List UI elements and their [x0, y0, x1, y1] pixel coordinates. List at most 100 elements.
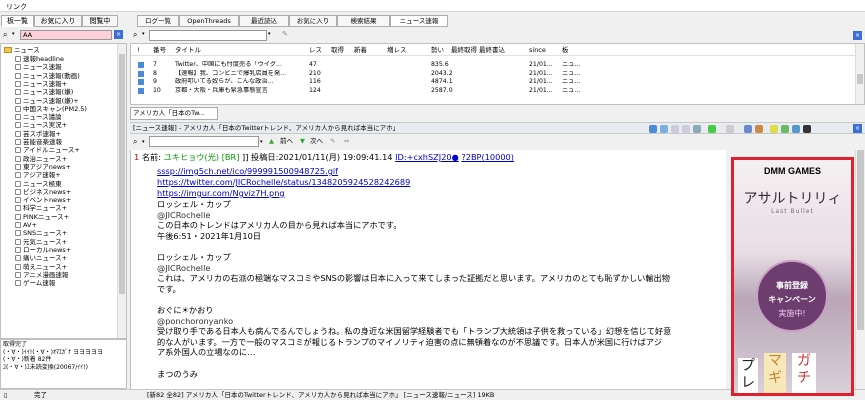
content-scrollbar[interactable] [855, 150, 865, 389]
stop-icon[interactable] [660, 125, 668, 133]
dropdown-icon[interactable]: ▾ [268, 31, 271, 37]
doc-icon[interactable] [682, 125, 690, 133]
thread-row[interactable]: 7 Twitter、中国にも忖度売る「ウイグ... 47 835.6 21/01... ニ… [131, 61, 864, 69]
tree-board-item[interactable]: 東アジアnews+ [15, 163, 71, 171]
tree-board-item[interactable]: ニュース速報+ [15, 80, 67, 88]
tree-board-item[interactable]: 速報headline [15, 55, 64, 63]
dropdown-icon[interactable]: ▾ [142, 31, 145, 37]
tree-board-item[interactable]: 萌えニュース+ [15, 263, 67, 271]
write-icon[interactable] [744, 125, 752, 133]
up-arrow-icon[interactable]: ▲ [269, 135, 274, 148]
col-header[interactable]: 取得 [331, 44, 344, 56]
col-header[interactable]: 板 [562, 44, 569, 56]
tab-news-flash[interactable]: ニュース速報 [390, 15, 448, 27]
tab-recent[interactable]: 最近読込 [239, 15, 289, 27]
tree-scrollbar[interactable] [117, 44, 126, 338]
tree-board-item[interactable]: ローカルnews+ [15, 246, 71, 254]
tree-board-item[interactable]: SNSニュース+ [15, 229, 67, 237]
tree-board-item[interactable]: 元気ニュース+ [15, 238, 67, 246]
post-link[interactable]: https://twitter.com/JICRochelle/status/1… [157, 177, 410, 187]
tab-browsing[interactable]: 閲覧中 [82, 15, 118, 27]
col-header[interactable]: 最終書込 [479, 44, 505, 56]
highlight-icon[interactable]: ✎ [330, 135, 335, 148]
tree-board-item[interactable]: ニュース速報(嫌) [15, 88, 73, 96]
tree-board-item[interactable]: AV+ [15, 221, 37, 229]
tree-board-item[interactable]: ニュース速報(動画) [15, 72, 80, 80]
close-icon[interactable]: × [853, 124, 862, 133]
thread-row[interactable]: 10 京都・大阪・兵庫も緊急事態宣言 124 2587.0 21/01... ニュ... [131, 87, 864, 95]
dropdown-icon[interactable]: ▾ [12, 31, 15, 37]
tab-favorites[interactable]: お気に入り [34, 15, 82, 27]
thread-find-input[interactable] [149, 136, 259, 147]
tool-icon[interactable] [792, 125, 800, 133]
post-link[interactable]: https://imgur.com/Ngviz7H.png [157, 188, 285, 198]
tree-board-item[interactable]: PINKニュース+ [15, 213, 69, 221]
page-icon[interactable] [671, 125, 679, 133]
filter-icon[interactable]: ✎ [282, 30, 288, 38]
col-header[interactable]: 増レス [387, 44, 407, 56]
tree-board-item[interactable]: ニュース速報 [15, 63, 62, 71]
col-header[interactable]: 番号 [153, 44, 166, 56]
tab-search-results[interactable]: 検索結果 [337, 15, 390, 27]
tree-board-item[interactable]: ニュース実況+ [15, 121, 67, 129]
menu-link[interactable]: リンク [6, 2, 27, 12]
close-icon[interactable]: × [114, 30, 123, 39]
col-header[interactable]: レス [309, 44, 322, 56]
content-scroll-thumb[interactable] [857, 150, 864, 330]
prev-button[interactable]: 前へ [280, 135, 293, 148]
tree-board-item[interactable]: 科学ニュース+ [15, 204, 67, 212]
tree-board-item[interactable]: アニメ漫画速報 [15, 271, 68, 279]
post-link[interactable]: sssp://img5ch.net/ico/999991500948725.gi… [157, 166, 338, 176]
col-header[interactable]: since [529, 44, 546, 56]
search-icon[interactable]: ⌕ [133, 30, 137, 40]
tree-board-item[interactable]: ビジネスnews+ [15, 188, 71, 196]
thread-row[interactable]: 9 政府叩いてる奴らが、こんな政治... 116 4874.1 21/01... ニュ..… [131, 78, 864, 86]
tree-board-item[interactable]: アイドルニュース+ [15, 146, 80, 154]
thread-row[interactable]: 8 【速報】我、コンビニで爆乳店員を発... 210 2043.2 21/01... ニュ… [131, 70, 864, 78]
tab-open-threads[interactable]: OpenThreads [179, 15, 239, 27]
tree-board-item[interactable]: 政治ニュース+ [15, 155, 67, 163]
tree-board-item[interactable]: アジア速報+ [15, 171, 61, 179]
tab-favorites-right[interactable]: お気に入り [289, 15, 337, 27]
col-header[interactable]: 新着 [354, 44, 367, 56]
menu-icon[interactable] [803, 125, 811, 133]
tree-scroll-thumb[interactable] [119, 54, 125, 294]
copy-icon[interactable] [693, 125, 701, 133]
be-link[interactable]: ?2BP(10000) [461, 152, 514, 162]
poster-id[interactable]: ID:+cxhSZJ20● [395, 152, 459, 162]
edit-icon[interactable] [755, 125, 763, 133]
down-arrow-icon[interactable]: ▼ [300, 135, 305, 148]
bookmark-icon[interactable] [781, 125, 789, 133]
thread-list-scrollbar[interactable] [855, 44, 864, 104]
tree-board-item[interactable]: 芸能音楽速報 [15, 138, 62, 146]
search-icon[interactable]: ⌕ [3, 30, 7, 40]
post-number[interactable]: 1 [134, 152, 139, 162]
tab-board-list[interactable]: 板一覧 [1, 15, 34, 27]
dropdown-icon[interactable]: ▾ [260, 136, 263, 149]
close-icon[interactable]: × [853, 31, 862, 40]
list-icon[interactable] [726, 125, 734, 133]
dropdown-icon[interactable]: ▾ [142, 136, 145, 149]
col-header[interactable]: ! [137, 44, 140, 56]
board-search-input[interactable]: AA [20, 30, 112, 40]
tree-board-item[interactable]: 中国スキャン(PM2.5) [15, 105, 87, 113]
tree-board-item[interactable]: 芸スポ速報+ [15, 130, 61, 138]
col-header[interactable]: 勢い [431, 44, 444, 56]
splitter-icon[interactable]: ⇔ [344, 135, 349, 148]
tree-board-item[interactable]: 痛いニュース+ [15, 254, 67, 262]
tree-board-item[interactable]: ニュース極東 [15, 180, 62, 188]
col-header[interactable]: タイトル [175, 44, 201, 56]
search-icon[interactable]: ⌕ [133, 135, 137, 148]
reload-icon[interactable] [708, 125, 716, 133]
next-button[interactable]: 次へ [310, 135, 323, 148]
refresh-icon[interactable] [649, 125, 657, 133]
star-icon[interactable] [770, 125, 778, 133]
tab-log-list[interactable]: ログ一覧 [137, 15, 179, 27]
thread-search-input[interactable] [149, 30, 267, 41]
ad-banner[interactable]: DMM GAMES アサルトリリィ Last Bullet 事前登録 キャンペー… [731, 157, 854, 396]
thread-tab[interactable]: アメリカ人「日本のTw... [130, 107, 218, 120]
thread-list-scroll-thumb[interactable] [857, 74, 863, 84]
tree-board-item[interactable]: ゲーム速報 [15, 279, 55, 287]
col-header[interactable]: 最終取得 [451, 44, 477, 56]
tree-folder-news[interactable]: ニュース [4, 46, 40, 54]
